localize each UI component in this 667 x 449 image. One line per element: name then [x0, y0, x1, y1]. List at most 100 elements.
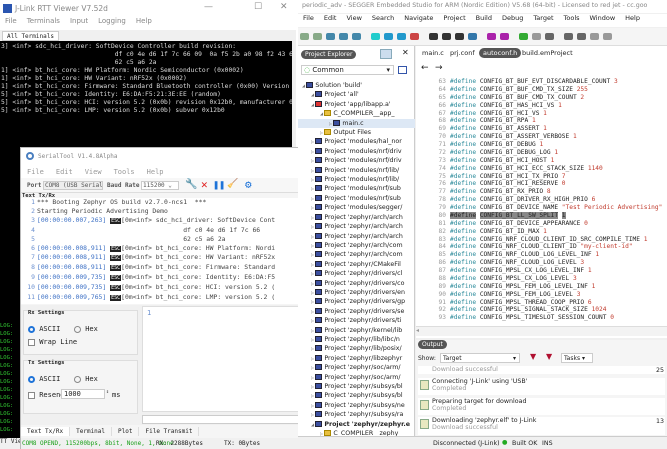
baud-select[interactable]: 115200 ⌄ — [141, 181, 179, 190]
resend-checkbox[interactable]: Resend — [28, 391, 65, 399]
output-item[interactable]: Connecting 'J-Link' using 'USB' Completed — [418, 378, 665, 395]
tree-node[interactable]: ▷ Project 'modules/segger/ — [298, 203, 415, 212]
close-icon[interactable]: ✕ — [280, 2, 288, 12]
tree-node[interactable]: ▷ Project 'zephyr/soc/arm/ — [298, 363, 415, 372]
tree-node[interactable]: ▷ Project 'zephyr/arch/arch — [298, 232, 415, 241]
tx-hex-radio[interactable]: Hex — [74, 375, 98, 383]
output-item[interactable]: Downloading 'zephyr.elf' to J-Link Downlo… — [418, 417, 665, 435]
minimize-icon[interactable]: — — [204, 2, 213, 12]
indent-icon[interactable] — [339, 33, 348, 40]
filter-clear-icon[interactable]: ▼ — [546, 352, 552, 361]
tree-node[interactable]: ▷ Project 'zephyr/subsys/bl — [298, 382, 415, 391]
menu-file[interactable]: File — [5, 17, 17, 25]
tree-node[interactable]: ▷ Project 'zephyr/drivers/se — [298, 307, 415, 316]
step-icon[interactable] — [300, 33, 309, 40]
tree-node[interactable]: ▷ Output Files — [298, 128, 415, 137]
menu-help[interactable]: Help — [136, 17, 152, 25]
tasks-select[interactable]: Tasks ▾ — [561, 353, 593, 363]
tree-node[interactable]: ▷ Project 'zephyr/drivers/ti — [298, 316, 415, 325]
bookmark-icon[interactable] — [371, 33, 380, 40]
show-select[interactable]: Target ▾ — [440, 353, 520, 363]
forward-arrow-icon[interactable]: → — [435, 63, 443, 73]
output-item[interactable]: Download successful 25 — [418, 366, 665, 374]
back-arrow-icon[interactable]: ← — [421, 63, 429, 73]
tab-terminal[interactable]: Terminal — [70, 427, 113, 436]
menu-file[interactable]: File — [303, 14, 314, 22]
menu-terminals[interactable]: Terminals — [27, 17, 60, 25]
indent-icon[interactable] — [352, 33, 361, 40]
menu-view[interactable]: View — [346, 14, 361, 22]
stop-icon[interactable] — [532, 33, 541, 40]
tab-plot[interactable]: Plot — [112, 427, 140, 436]
tree-node[interactable]: ▷ Project 'zephyr/drivers/co — [298, 279, 415, 288]
tree-node[interactable]: ▷ main.c — [298, 118, 415, 129]
tree-node[interactable]: ▷ Project 'zephyr/arch/com — [298, 250, 415, 259]
bookmark-icon[interactable] — [397, 33, 406, 40]
output-item[interactable]: Preparing target for download Completed — [418, 398, 665, 415]
configuration-select[interactable]: ◌ Common ▾ — [301, 65, 394, 75]
dock-icon[interactable] — [380, 49, 392, 59]
tree-node[interactable]: ▷ Project 'modules/nrf/sub — [298, 194, 415, 203]
tree-node[interactable]: ▷ Project 'zephyr/kernel/lib — [298, 326, 415, 335]
clear-icon[interactable]: 🧹 — [227, 179, 238, 189]
close-icon[interactable]: ✕ — [402, 48, 409, 57]
menu-tools[interactable]: Tools — [564, 14, 580, 22]
menu-view[interactable]: View — [85, 168, 102, 176]
menu-edit[interactable]: Edit — [324, 14, 337, 22]
tree-node[interactable]: ▷ Project 'modules/hal_nor — [298, 137, 415, 146]
tree-node[interactable]: ◢ Project 'app/libapp.a' — [298, 100, 415, 109]
close-port-icon[interactable]: ✕ — [201, 178, 208, 191]
spinner-icon[interactable]: ⇕ — [106, 389, 109, 395]
find-icon[interactable] — [429, 33, 438, 40]
wrench-icon[interactable]: 🔧 — [185, 179, 197, 190]
tree-node[interactable]: ◢ Project 'zephyr/zephyr.e — [298, 420, 415, 429]
start-debug-icon[interactable] — [519, 33, 528, 40]
step-icon[interactable] — [313, 33, 322, 40]
menu-debug[interactable]: Debug — [502, 14, 523, 22]
code-view[interactable]: 63 #define CONFIG_BT_BUF_EVT_DISCARDABLE_… — [416, 78, 667, 322]
tree-node[interactable]: ▷ Project 'zephyr/drivers/gp — [298, 297, 415, 306]
breakpoint-icon[interactable] — [487, 33, 496, 40]
tree-node[interactable]: ▷ Project 'zephyr/drivers/en — [298, 288, 415, 297]
wrap-line-checkbox[interactable]: Wrap Line — [28, 338, 77, 346]
transmit-text-area[interactable]: 1 — [142, 306, 300, 412]
menu-search[interactable]: Search — [372, 14, 394, 22]
tree-node[interactable]: ▷ Project 'zephyr/subsys/ne — [298, 401, 415, 410]
tab-autoconf-h[interactable]: autoconf.h — [479, 48, 522, 58]
filter-icon[interactable]: ▼ — [530, 352, 536, 361]
receive-text-area[interactable]: 1 *** Booting Zephyr OS build v2.7.0-ncs1… — [21, 198, 300, 304]
menu-logging[interactable]: Logging — [98, 17, 126, 25]
tree-node[interactable]: ▷ Project 'zephyr/arch/arch — [298, 213, 415, 222]
tx-ascii-radio[interactable]: ASCII — [28, 375, 60, 383]
window-icon[interactable] — [590, 33, 599, 40]
pause-icon[interactable]: ❚❚ — [213, 180, 225, 191]
rx-hex-radio[interactable]: Hex — [74, 325, 98, 333]
tree-node[interactable]: ▷ Project 'zephyr/soc/arm/ — [298, 373, 415, 382]
find-icon[interactable] — [455, 33, 464, 40]
menu-edit[interactable]: Edit — [56, 168, 73, 176]
indent-icon[interactable] — [326, 33, 335, 40]
menu-file[interactable]: File — [27, 168, 44, 176]
window-icon[interactable] — [603, 33, 612, 40]
tree-node[interactable]: ▷ Project 'modules/nrf/lib/ — [298, 166, 415, 175]
settings-gear-icon[interactable]: ⚙ — [245, 178, 252, 191]
menu-project[interactable]: Project — [443, 14, 465, 22]
tree-node[interactable]: ▷ Project 'zephyr/CMakeFil — [298, 260, 415, 269]
menu-help[interactable]: Help — [625, 14, 640, 22]
maximize-icon[interactable]: ☐ — [254, 2, 262, 12]
back-icon[interactable] — [545, 33, 554, 40]
menu-build[interactable]: Build — [476, 14, 492, 22]
menu-navigate[interactable]: Navigate — [404, 14, 433, 22]
tree-node[interactable]: ▷ Project 'modules/nrf/lib/ — [298, 175, 415, 184]
tab-text-tx-rx[interactable]: Text Tx/Rx — [21, 427, 71, 436]
find-icon[interactable] — [468, 33, 477, 40]
menu-tools[interactable]: Tools — [114, 168, 135, 176]
window-icon[interactable] — [564, 33, 573, 40]
tree-node[interactable]: ▷ Project 'zephyr/subsys/ra — [298, 410, 415, 419]
tab-build-emproject[interactable]: build.emProject — [522, 49, 573, 57]
tree-node[interactable]: ▷ Project 'modules/nrf/driv — [298, 156, 415, 165]
tree-node[interactable]: ▷ Project 'zephyr/lib/libc/n — [298, 335, 415, 344]
tree-node[interactable]: ▷ Project 'modules/nrf/sub — [298, 184, 415, 193]
tree-node[interactable]: ▷ Project 'zephyr/subsys/bl — [298, 391, 415, 400]
tab-all-terminals[interactable]: All Terminals — [2, 31, 59, 41]
